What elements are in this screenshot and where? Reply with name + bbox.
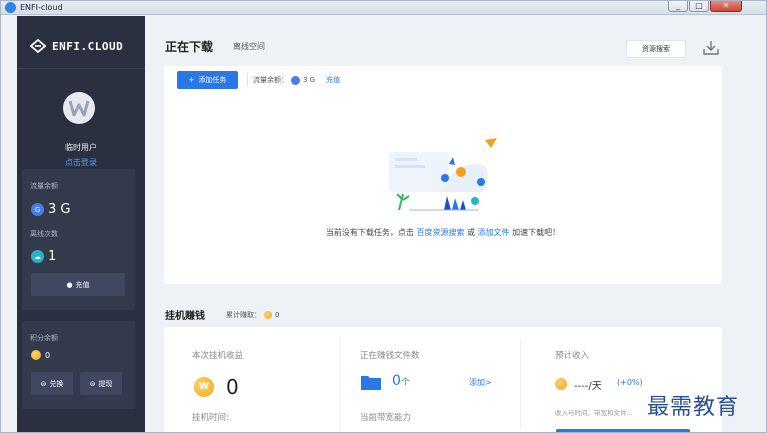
session-earning-value: 0 xyxy=(226,375,239,399)
baidu-search-link[interactable]: 百度资源搜索 xyxy=(416,228,464,237)
points-balance: 0 xyxy=(31,350,50,360)
recharge-icon: ● xyxy=(66,280,73,289)
traffic-balance: G 3 G xyxy=(31,202,70,217)
withdraw-button-label: 提现 xyxy=(98,379,113,388)
cloud-icon: ☁ xyxy=(31,250,44,263)
app-window: ENFI-cloud _ □ ✕ ENFI.CLOUD 临时用户 点击登录 流量… xyxy=(0,0,767,433)
coin-icon xyxy=(555,378,567,390)
main-content: 正在下载 离线空间 资源搜索 + 添加任务 流量余额： 3 G 充值 当前没有下… xyxy=(146,16,744,432)
empty-state-message: 当前没有下载任务，点击 百度资源搜索 或 添加文件 加速下载吧！ xyxy=(164,227,722,238)
earning-files-label: 正在赚钱文件数 xyxy=(360,351,420,361)
divider xyxy=(520,339,521,429)
minimize-button[interactable]: _ xyxy=(668,1,688,12)
empty-mid: 或 xyxy=(467,228,475,237)
forecast-label: 预计收入 xyxy=(555,351,590,361)
title-bar: ENFI-cloud _ □ ✕ xyxy=(1,1,766,15)
withdraw-icon: ⊜ xyxy=(89,379,96,388)
earning-files-unit: 个 xyxy=(400,378,410,388)
avatar[interactable] xyxy=(63,92,95,124)
plus-icon: + xyxy=(188,76,195,84)
download-card: + 添加任务 流量余额： 3 G 充值 当前没有下载任务，点击 百度资源搜索 或… xyxy=(164,66,722,284)
empty-prefix: 当前没有下载任务，点击 xyxy=(325,228,414,237)
divider xyxy=(17,68,145,69)
download-icon[interactable] xyxy=(702,39,720,57)
empty-state-illustration-icon xyxy=(389,138,497,211)
session-earning-label: 本次挂机收益 xyxy=(192,351,244,361)
resource-search-button[interactable]: 资源搜索 xyxy=(626,40,686,58)
sidebar: ENFI.CLOUD 临时用户 点击登录 流量余额 G 3 G 离线次数 ☁ 1… xyxy=(17,16,145,432)
traffic-icon xyxy=(291,75,300,85)
divider xyxy=(247,74,248,86)
add-task-button[interactable]: + 添加任务 xyxy=(177,71,238,89)
watermark: 最需教育 xyxy=(647,395,740,420)
tab-offline-space[interactable]: 离线空间 xyxy=(233,41,265,52)
recharge-button-label: 充值 xyxy=(75,280,90,289)
add-file-link[interactable]: 添加文件 xyxy=(478,228,510,237)
add-task-label: 添加任务 xyxy=(198,76,227,84)
points-label: 积分余额 xyxy=(30,334,58,342)
page-title: 正在下载 xyxy=(165,40,214,54)
total-earned-label: 累计赚取： xyxy=(226,311,261,319)
exchange-icon: ⊜ xyxy=(40,379,47,388)
window-title: ENFI-cloud xyxy=(20,3,63,12)
total-earned-value: 0 xyxy=(275,311,280,319)
exchange-button-label: 兑换 xyxy=(49,379,64,388)
points-value: 0 xyxy=(45,350,51,360)
offline-label: 离线次数 xyxy=(30,230,58,238)
folder-icon xyxy=(361,376,381,390)
coin-icon: W xyxy=(194,377,214,397)
earning-card: 本次挂机收益 W 0 挂机时间: 正在赚钱文件数 0个 添加> 当前带宽能力 预… xyxy=(164,327,722,432)
earning-files-count: 0 xyxy=(392,373,401,389)
user-name: 临时用户 xyxy=(65,143,97,152)
empty-suffix: 加速下载吧！ xyxy=(512,228,561,237)
balance-panel: 流量余额 G 3 G 离线次数 ☁ 1 ● 充值 xyxy=(22,169,135,310)
forecast-note: 收入与时间、带宽和文件... xyxy=(555,409,633,417)
traffic-info: 流量余额： 3 G 充值 xyxy=(253,75,340,85)
close-button[interactable]: ✕ xyxy=(710,1,742,12)
login-link[interactable]: 点击登录 xyxy=(17,157,145,168)
add-file-link[interactable]: 添加> xyxy=(469,377,492,388)
maximize-button[interactable]: □ xyxy=(689,1,709,12)
points-panel: 积分余额 0 ⊜ 兑换 ⊜ 提现 xyxy=(22,321,135,409)
brand-name: ENFI.CLOUD xyxy=(52,39,124,53)
offline-balance: ☁ 1 xyxy=(31,249,56,264)
traffic-prefix: 流量余额： xyxy=(253,76,288,84)
recharge-button[interactable]: ● 充值 xyxy=(31,273,125,296)
bandwidth-label: 当前带宽能力 xyxy=(360,413,412,423)
start-earning-button[interactable] xyxy=(556,429,690,432)
traffic-icon: G xyxy=(31,203,44,216)
cloud-logo-icon xyxy=(30,39,46,53)
exchange-button[interactable]: ⊜ 兑换 xyxy=(31,372,73,395)
brand-logo[interactable]: ENFI.CLOUD xyxy=(30,38,123,54)
forecast-value: ----/天 xyxy=(574,381,602,392)
earning-files-value: 0个 xyxy=(392,373,410,389)
earning-section-title: 挂机赚钱 xyxy=(165,311,205,322)
app-icon xyxy=(5,2,16,13)
hangup-time-label: 挂机时间: xyxy=(192,413,229,423)
traffic-label: 流量余额 xyxy=(30,182,58,190)
user-avatar-icon xyxy=(68,100,90,117)
traffic-amount: 3 G xyxy=(303,76,316,84)
coin-icon xyxy=(264,311,272,319)
forecast-change: (+0%) xyxy=(617,378,643,387)
traffic-value: 3 G xyxy=(48,202,71,217)
total-earned: 累计赚取： 0 xyxy=(226,310,279,320)
divider xyxy=(340,339,341,429)
coin-icon xyxy=(31,350,41,360)
withdraw-button[interactable]: ⊜ 提现 xyxy=(80,372,122,395)
offline-value: 1 xyxy=(48,249,57,264)
recharge-link[interactable]: 充值 xyxy=(326,75,340,85)
